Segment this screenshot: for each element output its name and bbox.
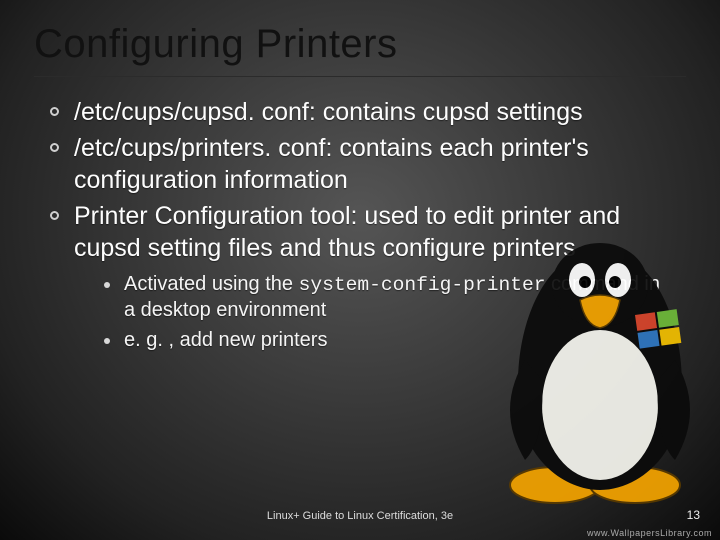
slide-body: /etc/cups/cupsd. conf: contains cupsd se… [50, 96, 660, 357]
watermark-text: www.WallpapersLibrary.com [587, 528, 712, 538]
sub-bullet-text: Activated using the [124, 273, 299, 295]
slide-title: Configuring Printers [34, 22, 398, 67]
title-underline [34, 76, 686, 77]
page-number: 13 [687, 508, 700, 522]
sub-bullet-item: Activated using the system-config-printe… [104, 272, 660, 324]
bullet-item: Printer Configuration tool: used to edit… [50, 200, 660, 353]
sub-bullet-list: Activated using the system-config-printe… [74, 272, 660, 353]
sub-bullet-item: e. g. , add new printers [104, 328, 660, 354]
code-text: system-config-printer [299, 274, 546, 296]
bullet-list: /etc/cups/cupsd. conf: contains cupsd se… [50, 96, 660, 353]
bullet-item: /etc/cups/printers. conf: contains each … [50, 132, 660, 196]
slide: Configuring Printers /etc/cups/cupsd. co… [0, 0, 720, 540]
bullet-text: Printer Configuration tool: used to edit… [74, 202, 620, 262]
footer-text: Linux+ Guide to Linux Certification, 3e [0, 510, 720, 522]
bullet-item: /etc/cups/cupsd. conf: contains cupsd se… [50, 96, 660, 128]
